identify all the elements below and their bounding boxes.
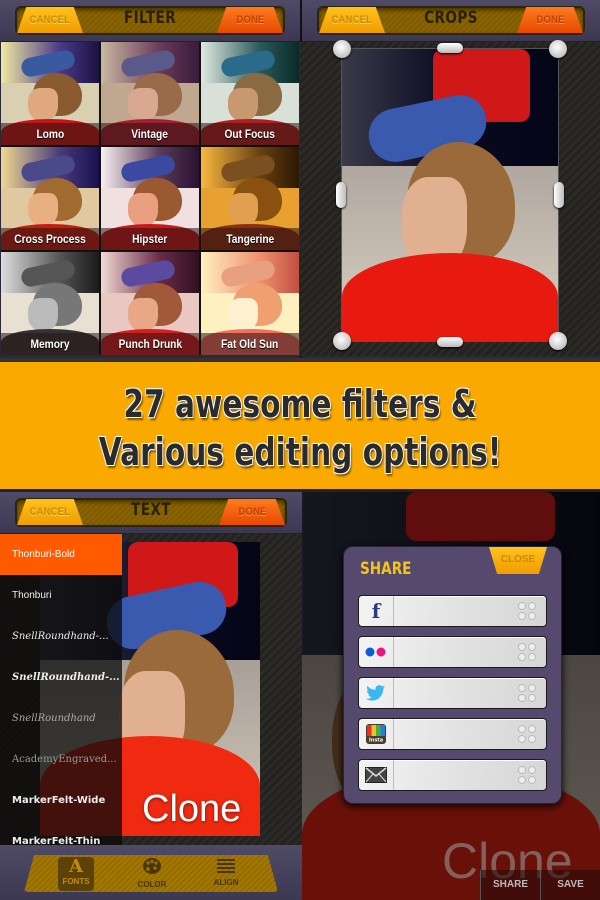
flickr-icon (359, 637, 394, 667)
font-item[interactable]: Thonburi (0, 575, 122, 616)
text-toolbar: A FONTS COLOR ALIGN (0, 845, 302, 900)
share-email[interactable] (358, 759, 547, 791)
grip-icon (518, 766, 536, 784)
crop-handle-top-left[interactable] (333, 40, 351, 58)
filter-hipster[interactable]: Hipster (101, 147, 199, 250)
share-footer: SHARE SAVE (480, 870, 600, 900)
font-item[interactable]: MarkerFelt-Wide (0, 780, 122, 821)
crop-handle-top-right[interactable] (549, 40, 567, 58)
filter-fat-old-sun[interactable]: Fat Old Sun (201, 252, 299, 355)
envelope-icon (359, 760, 394, 790)
grip-icon (518, 643, 536, 661)
text-overlay[interactable]: Clone (142, 788, 241, 831)
align-icon (208, 857, 244, 878)
font-item[interactable]: SnellRoundhand (0, 698, 122, 739)
font-item[interactable]: SnellRoundhand-... (0, 657, 122, 698)
filter-vintage[interactable]: Vintage (101, 42, 199, 145)
svg-text:Insta: Insta (369, 738, 383, 744)
color-tool[interactable]: COLOR (134, 857, 170, 891)
align-tool[interactable]: ALIGN (208, 857, 244, 891)
font-a-icon: A (69, 856, 83, 877)
text-panel: TEXT CANCEL DONE Clone Thonburi-Bold Tho… (0, 492, 302, 900)
done-button[interactable]: DONE (217, 7, 283, 33)
filter-tangerine[interactable]: Tangerine (201, 147, 299, 250)
share-button[interactable]: SHARE (480, 870, 540, 900)
crop-handle-top[interactable] (437, 43, 463, 53)
save-button[interactable]: SAVE (540, 870, 600, 900)
cancel-button[interactable]: CANCEL (17, 7, 83, 33)
filter-topbar: FILTER CANCEL DONE (0, 0, 300, 42)
share-title: SHARE (360, 559, 412, 579)
share-flickr[interactable] (358, 636, 547, 668)
filter-panel: FILTER CANCEL DONE Lomo Vintage Out Focu… (0, 0, 300, 358)
done-button[interactable]: DONE (517, 7, 583, 33)
filter-memory[interactable]: Memory (1, 252, 99, 355)
crop-photo (341, 48, 559, 342)
font-list[interactable]: Thonburi-Bold Thonburi SnellRoundhand-..… (0, 534, 122, 847)
promo-banner: 27 awesome filters & Various editing opt… (0, 358, 600, 492)
filter-lomo[interactable]: Lomo (1, 42, 99, 145)
close-button[interactable]: CLOSE (489, 547, 547, 574)
done-button[interactable]: DONE (219, 499, 285, 525)
twitter-icon (359, 678, 394, 708)
font-item[interactable]: SnellRoundhand-... (0, 616, 122, 657)
crop-handle-bottom-left[interactable] (333, 332, 351, 350)
font-item[interactable]: AcademyEngraved... (0, 739, 122, 780)
cancel-button[interactable]: CANCEL (17, 499, 83, 525)
cancel-button[interactable]: CANCEL (319, 7, 385, 33)
font-item[interactable]: Thonburi-Bold (0, 534, 122, 575)
text-topbar: TEXT CANCEL DONE (0, 492, 302, 534)
share-facebook[interactable]: f (358, 595, 547, 627)
share-twitter[interactable] (358, 677, 547, 709)
crop-frame[interactable] (333, 40, 567, 350)
share-dialog: SHARE CLOSE f Insta (343, 546, 562, 804)
facebook-icon: f (359, 596, 394, 626)
crop-handle-bottom[interactable] (437, 337, 463, 347)
instagram-icon: Insta (359, 719, 394, 749)
crops-topbar: CROPS CANCEL DONE (302, 0, 600, 42)
palette-icon (134, 857, 170, 880)
promo-text: 27 awesome filters & Various editing opt… (98, 382, 502, 474)
grip-icon (518, 725, 536, 743)
grip-icon (518, 684, 536, 702)
filter-out-focus[interactable]: Out Focus (201, 42, 299, 145)
filter-punch-drunk[interactable]: Punch Drunk (101, 252, 199, 355)
share-instagram[interactable]: Insta (358, 718, 547, 750)
filter-grid: Lomo Vintage Out Focus Cross Process Hip… (1, 42, 299, 355)
fonts-tool[interactable]: A FONTS (58, 857, 94, 891)
crop-handle-right[interactable] (554, 182, 564, 208)
grip-icon (518, 602, 536, 620)
crop-handle-left[interactable] (336, 182, 346, 208)
filter-cross-process[interactable]: Cross Process (1, 147, 99, 250)
share-panel: Clone SHARE CLOSE f Insta SHARE SAVE (302, 492, 600, 900)
crop-handle-bottom-right[interactable] (549, 332, 567, 350)
